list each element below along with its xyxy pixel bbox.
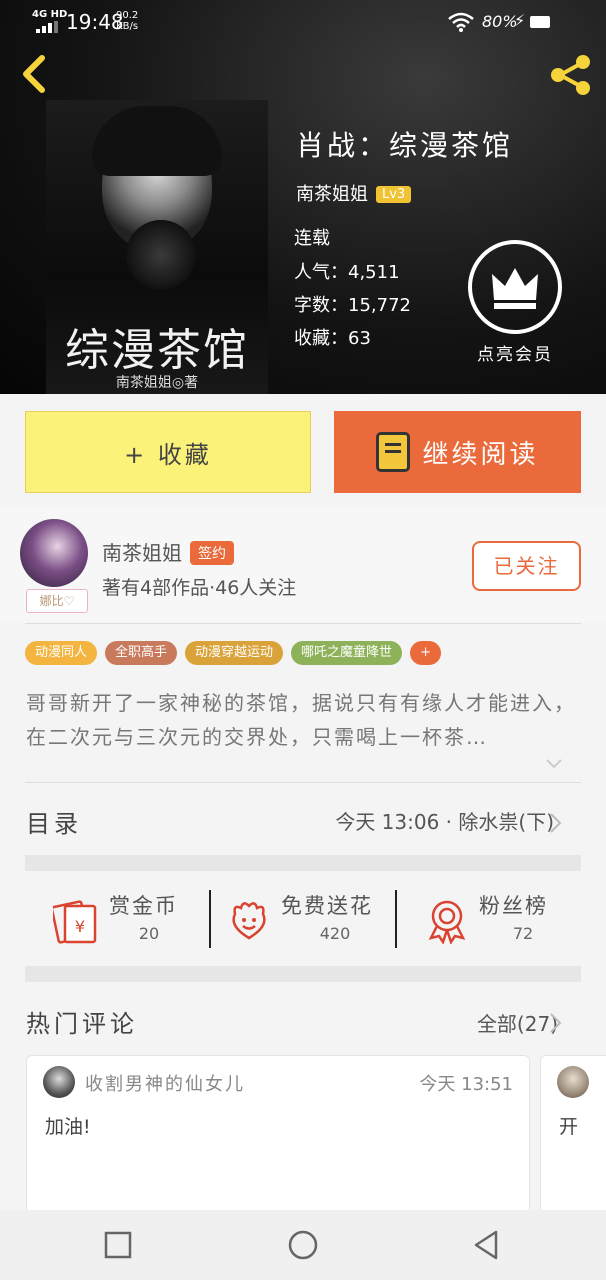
cover-title: 综漫茶馆 — [65, 325, 249, 376]
words-label: 字数： — [294, 295, 348, 316]
system-nav-bar — [0, 1210, 606, 1280]
tag-pill[interactable]: 动漫同人 — [25, 641, 98, 665]
book-title: 肖战：综漫茶馆 — [296, 129, 514, 162]
share-icon[interactable] — [548, 54, 594, 96]
comment-time: 今天 13:51 — [419, 1074, 513, 1095]
comment-card[interactable]: 收割男神的仙女儿 今天 13:51 加油! — [26, 1055, 530, 1215]
reward-coin-icon: ¥ — [53, 900, 97, 944]
words-stat: 字数：15,772 — [294, 291, 411, 317]
book-icon — [376, 432, 411, 472]
commenter-name[interactable]: 收割男神的仙女儿 — [85, 1070, 245, 1096]
back-arrow-icon[interactable] — [16, 52, 52, 96]
fan-ranking-label: 粉丝榜 — [479, 894, 548, 918]
wifi-icon — [448, 12, 474, 32]
vip-button[interactable]: 点亮会员 — [466, 240, 564, 365]
svg-text:¥: ¥ — [75, 917, 85, 936]
chevron-right-icon — [550, 813, 562, 833]
tag-list: 动漫同人 全职高手 动漫穿越运动 哪吒之魔童降世 + — [25, 641, 441, 667]
continue-reading-label: 继续阅读 — [422, 439, 539, 470]
book-info: 肖战：综漫茶馆 南茶姐姐 Lv3 连载 人气：4,511 字数：15,772 收藏… — [294, 124, 514, 349]
network-indicator: 4G HD — [32, 9, 68, 20]
book-status: 连载 — [294, 228, 330, 249]
fan-ranking-count: 72 — [512, 924, 534, 943]
chevron-right-icon[interactable] — [548, 1012, 564, 1034]
follow-button[interactable]: 已关注 — [472, 541, 581, 591]
favorites-value: 63 — [348, 328, 371, 349]
continue-reading-button[interactable]: 继续阅读 — [334, 411, 581, 493]
crown-icon — [468, 240, 562, 334]
favorites-stat: 收藏：63 — [294, 324, 371, 350]
section-separator — [25, 855, 581, 871]
commenter-avatar[interactable] — [557, 1066, 589, 1098]
cover-hair — [92, 106, 222, 176]
reward-coin-label: 赏金币 — [109, 894, 178, 918]
charging-icon: ⚡ — [514, 11, 526, 30]
book-author-line: 南茶姐姐 Lv3 — [296, 180, 412, 206]
clock: 19:48 — [66, 10, 124, 34]
comment-text: 开 — [559, 1116, 579, 1138]
author-meta: 著有4部作品·46人关注 — [102, 577, 297, 599]
back-icon[interactable] — [470, 1229, 502, 1261]
speed-value: 90.2 — [116, 10, 139, 21]
home-icon[interactable] — [287, 1229, 319, 1261]
cover-author: 南茶姐姐◎著 — [115, 375, 199, 391]
table-of-contents-row[interactable]: 目录 今天 13:06 · 除水祟(下) — [0, 790, 606, 852]
words-value: 15,772 — [348, 295, 411, 316]
comment-text: 加油! — [45, 1116, 91, 1138]
hot-comments-header: 热门评论 全部(27) — [0, 996, 606, 1046]
hot-comments-label: 热门评论 — [26, 1010, 138, 1038]
author-avatar[interactable] — [20, 519, 88, 587]
signed-badge: 签约 — [190, 541, 234, 565]
tag-pill[interactable]: 哪吒之魔童降世 — [291, 641, 403, 665]
chevron-down-icon[interactable] — [545, 758, 563, 770]
reward-coin-action[interactable]: ¥ 赏金币 20 — [53, 876, 203, 962]
tag-pill[interactable]: 全职高手 — [105, 641, 178, 665]
free-flower-count: 420 — [319, 924, 351, 943]
free-flower-action[interactable]: 免费送花 420 — [225, 876, 395, 962]
free-flower-label: 免费送花 — [281, 894, 373, 918]
ranking-badge-icon — [428, 900, 466, 944]
latest-chapter: 今天 13:06 · 除水祟(下) — [335, 810, 554, 834]
divider — [395, 890, 397, 948]
avatar-tag: 娜比♡ — [26, 589, 88, 613]
recent-apps-icon[interactable] — [102, 1229, 134, 1261]
author-name[interactable]: 南茶姐姐 — [102, 541, 182, 565]
divider — [209, 890, 211, 948]
tag-pill[interactable]: 动漫穿越运动 — [185, 641, 284, 665]
popularity-label: 人气： — [294, 262, 348, 283]
comment-card[interactable]: 开 — [540, 1055, 606, 1215]
favorites-label: 收藏： — [294, 328, 348, 349]
signal-icon — [36, 21, 60, 33]
toc-label: 目录 — [26, 810, 82, 838]
author-profile: 娜比♡ 南茶姐姐 签约 著有4部作品·46人关注 已关注 — [0, 505, 606, 623]
cover-rose — [126, 220, 196, 290]
divider — [25, 623, 581, 624]
popularity-stat: 人气：4,511 — [294, 258, 400, 284]
reward-coin-count: 20 — [138, 924, 160, 943]
popularity-value: 4,511 — [348, 262, 400, 283]
fan-ranking-action[interactable]: 粉丝榜 72 — [423, 876, 581, 962]
battery-icon — [530, 16, 550, 28]
status-bar: 4G HD 19:48 90.2 KB/s 80% ⚡ — [0, 0, 606, 46]
all-comments-link[interactable]: 全部(27) — [477, 1008, 558, 1037]
author-name-line: 南茶姐姐 签约 — [102, 537, 234, 566]
vip-label: 点亮会员 — [477, 345, 553, 365]
collect-button[interactable]: + 收藏 — [25, 411, 311, 493]
book-header: 4G HD 19:48 90.2 KB/s 80% ⚡ 综漫茶馆 南茶姐姐◎著 … — [0, 0, 606, 394]
section-separator — [25, 966, 581, 982]
speed-unit: KB/s — [116, 21, 139, 32]
battery-percent: 80% — [482, 12, 518, 31]
commenter-avatar[interactable] — [43, 1066, 75, 1098]
book-description[interactable]: 哥哥新开了一家神秘的茶馆，据说只有有缘人才能进入，在二次元与三次元的交界处，只需… — [26, 686, 584, 754]
network-speed: 90.2 KB/s — [116, 10, 138, 32]
level-badge: Lv3 — [376, 186, 412, 203]
flower-icon — [232, 902, 266, 940]
book-author[interactable]: 南茶姐姐 — [296, 184, 368, 205]
book-cover[interactable]: 综漫茶馆 南茶姐姐◎著 — [46, 100, 268, 394]
tag-pill[interactable]: + — [410, 641, 441, 665]
support-actions: ¥ 赏金币 20 免费送花 420 粉丝榜 72 — [25, 876, 581, 962]
divider — [25, 782, 581, 783]
